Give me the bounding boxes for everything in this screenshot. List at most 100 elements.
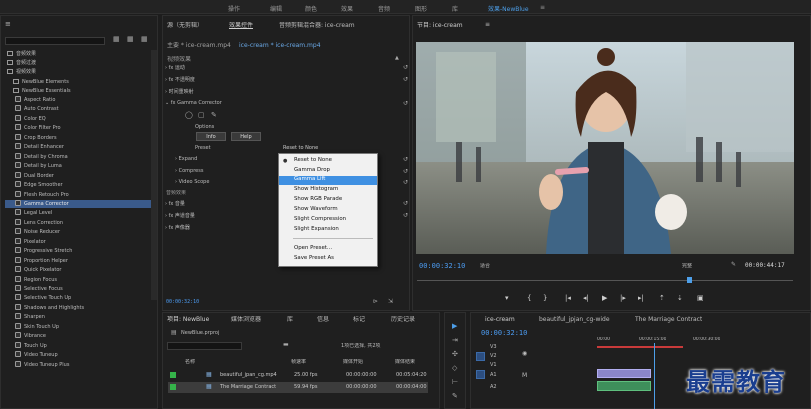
tree-folder[interactable]: 音频效果	[7, 50, 36, 58]
tree-folder[interactable]: 音频过渡	[7, 59, 36, 67]
column-fps[interactable]: 帧速率	[291, 359, 306, 366]
tab-history[interactable]: 历史记录	[391, 316, 415, 324]
quality-dropdown[interactable]: 完整	[682, 263, 692, 270]
active-clip-label[interactable]: ice-cream * ice-cream.mp4	[239, 42, 321, 50]
effects-scrollbar[interactable]	[151, 50, 157, 300]
effect-list-item[interactable]: Region Focus	[15, 275, 57, 284]
menu-item[interactable]: Show Waveform	[294, 206, 338, 212]
mark-in-icon[interactable]: {	[527, 295, 531, 302]
effect-list-item[interactable]: Skin Touch Up	[15, 322, 59, 331]
go-to-in-icon[interactable]: |◂	[565, 295, 571, 302]
program-monitor-title[interactable]: 节目: ice-cream	[417, 22, 463, 30]
effect-list-item[interactable]: Selective Touch Up	[15, 294, 71, 302]
tab-sequence[interactable]: ice-cream	[485, 316, 515, 324]
effect-list-item[interactable]: Color EQ	[15, 114, 46, 123]
column-name[interactable]: 名称	[185, 359, 195, 366]
effect-list-item[interactable]: Legal Level	[15, 209, 52, 217]
table-row[interactable]: ▦ beautiful_jpan_cg.mp4 25.00 fps 00:00:…	[168, 370, 428, 381]
menu-item[interactable]: Save Preset As	[294, 255, 334, 261]
menu-item[interactable]: Reset to None	[294, 157, 332, 163]
track-select-tool-icon[interactable]: ⇥	[452, 337, 458, 344]
export-icon[interactable]: ⇲	[388, 299, 393, 305]
workspace-tab[interactable]: 操作	[228, 4, 240, 13]
fit-dropdown[interactable]: 适合	[480, 263, 490, 270]
reset-icon[interactable]: ↺	[403, 212, 408, 219]
tab-markers[interactable]: 标记	[353, 316, 365, 324]
reset-icon[interactable]: ↺	[403, 76, 408, 83]
track-target-a1[interactable]	[476, 370, 485, 379]
menu-item-highlighted[interactable]: Gamma Lift	[279, 176, 377, 185]
play-icon[interactable]: ▶	[602, 295, 607, 302]
effect-list-item[interactable]: Proportion Helper	[15, 256, 68, 265]
collapse-icon[interactable]: ▲	[395, 56, 399, 61]
rectangle-mask-icon[interactable]: ▢	[198, 112, 205, 119]
lift-icon[interactable]: ⇡	[659, 295, 665, 302]
workspace-tab[interactable]: 库	[452, 4, 458, 13]
effect-row-gamma-corrector[interactable]: ⌄ fx Gamma Corrector ↺	[165, 100, 410, 110]
yuv-effects-icon[interactable]: ▦	[141, 36, 148, 43]
column-media-start[interactable]: 媒体开始	[343, 359, 363, 366]
effect-list-item[interactable]: Detail by Chroma	[15, 152, 68, 161]
effect-list-item[interactable]: Color Filter Pro	[15, 124, 61, 132]
reset-icon[interactable]: ↺	[403, 179, 408, 186]
tab-source[interactable]: 源（无剪辑）	[167, 22, 203, 30]
extract-icon[interactable]: ⇣	[677, 295, 683, 302]
step-back-icon[interactable]: ◂|	[583, 295, 589, 302]
camera-icon[interactable]: ▣	[697, 295, 704, 302]
menu-item[interactable]: Show RGB Parade	[294, 196, 342, 202]
timeline-timecode[interactable]: 00:00:32:10	[481, 329, 527, 338]
tab-libraries[interactable]: 库	[287, 316, 293, 324]
ellipse-mask-icon[interactable]: ◯	[185, 112, 193, 119]
video-clip[interactable]: ice-cream.mp4 [V]	[597, 369, 651, 387]
32bit-effects-icon[interactable]: ▦	[127, 36, 134, 43]
tab-info[interactable]: 信息	[317, 316, 329, 324]
tab-effect-controls[interactable]: 效果控件	[229, 22, 253, 30]
effect-list-item[interactable]: Crop Borders	[15, 133, 57, 142]
menu-item[interactable]: Open Preset...	[294, 245, 332, 251]
playhead-marker[interactable]	[687, 277, 692, 283]
tab-project[interactable]: 项目: NewBlue	[167, 316, 209, 324]
filter-icon[interactable]: ⊳	[373, 299, 378, 305]
tree-folder[interactable]: NewBlue Elements	[13, 78, 69, 86]
workspace-tab[interactable]: 效果	[341, 4, 353, 13]
effect-list-item[interactable]: Lens Correction	[15, 218, 63, 227]
effect-list-item[interactable]: Progressive Stretch	[15, 247, 72, 255]
effect-list-item[interactable]: Shadows and Highlights	[15, 303, 84, 312]
slip-tool-icon[interactable]: ⊢	[452, 379, 458, 386]
project-search-input[interactable]	[167, 342, 242, 350]
work-area-bar[interactable]	[597, 346, 683, 348]
tree-folder[interactable]: 视频效果	[7, 68, 36, 76]
track-target-v1[interactable]	[476, 352, 485, 361]
workspace-menu-icon[interactable]: ≡	[540, 4, 545, 11]
menu-item[interactable]: Gamma Drop	[294, 167, 330, 173]
reset-icon[interactable]: ↺	[403, 200, 408, 207]
reset-icon[interactable]: ↺	[403, 168, 408, 175]
tab-sequence[interactable]: The Marriage Contract	[635, 316, 702, 324]
effect-list-item[interactable]: Video Tuneup	[15, 351, 58, 359]
column-media-end[interactable]: 媒体结束	[395, 359, 415, 366]
mute-icon[interactable]: M	[522, 372, 527, 380]
accelerated-effects-icon[interactable]: ▦	[113, 36, 120, 43]
eye-icon[interactable]: ◉	[522, 350, 527, 358]
effect-row-opacity[interactable]: › fx 不透明度 ↺	[165, 76, 410, 86]
menu-item[interactable]: Slight Compression	[294, 216, 346, 222]
effect-row-motion[interactable]: › fx 运动 ↺	[165, 64, 410, 74]
bin-icon[interactable]: ▬	[283, 342, 289, 348]
mark-out-icon[interactable]: }	[543, 295, 547, 302]
effect-list-item[interactable]: Auto Contrast	[15, 105, 59, 113]
effect-list-item[interactable]: Touch Up	[15, 341, 47, 350]
effect-list-item[interactable]: Aspect Ratio	[15, 96, 55, 104]
tab-audio-clip-mixer[interactable]: 音频剪辑混合器: ice-cream	[279, 22, 355, 30]
workspace-tab[interactable]: 编辑	[270, 4, 282, 13]
effect-list-item[interactable]: Detail by Luma	[15, 162, 62, 170]
add-marker-icon[interactable]: ▾	[505, 295, 509, 302]
effects-search-input[interactable]	[5, 37, 105, 45]
tree-folder[interactable]: NewBlue Essentials	[13, 87, 71, 95]
program-scrubber[interactable]	[417, 280, 793, 281]
workspace-tab[interactable]: 颜色	[305, 4, 317, 13]
effect-list-item[interactable]: Edge Smoother	[15, 181, 63, 189]
effect-controls-timecode[interactable]: 00:00:32:10	[166, 299, 199, 306]
program-timecode[interactable]: 00:00:32:10	[419, 262, 465, 271]
preset-dropdown[interactable]: Reset to None	[283, 145, 318, 152]
effect-list-item[interactable]: Noise Reducer	[15, 228, 60, 236]
